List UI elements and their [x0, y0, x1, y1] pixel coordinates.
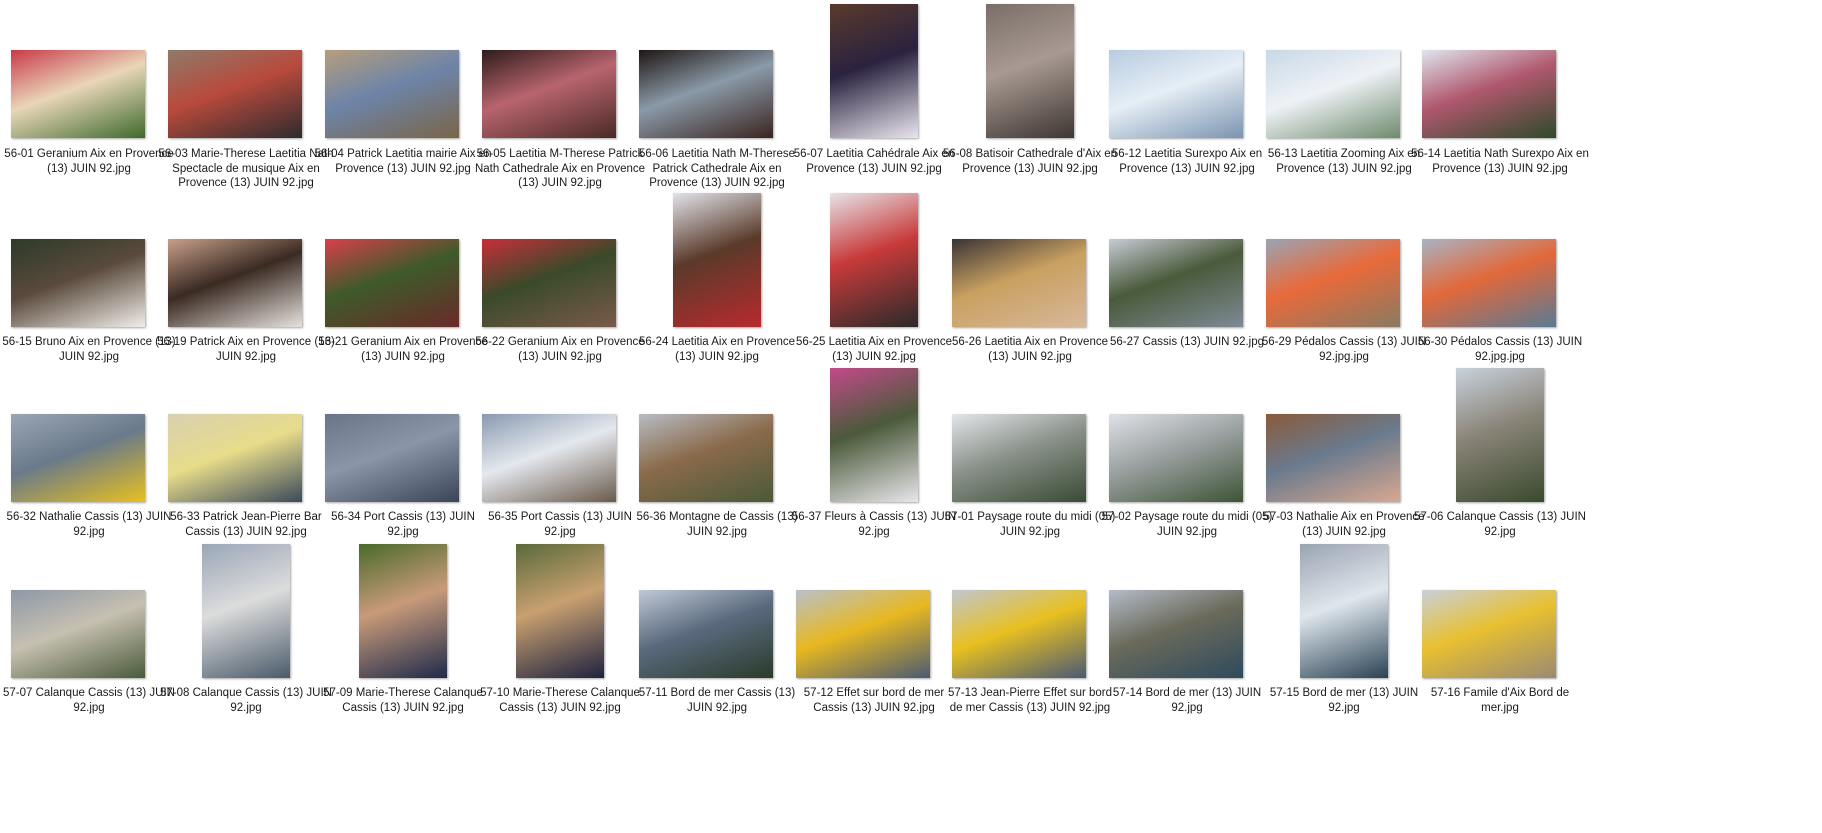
image-thumbnail[interactable]: [359, 544, 447, 678]
image-thumbnail[interactable]: [1300, 544, 1388, 678]
file-name-label: 57-09 Marie-Therese Calanque Cassis (13)…: [323, 687, 483, 714]
image-thumbnail[interactable]: [482, 239, 616, 327]
file-name-label: 56-15 Bruno Aix en Provence (13) JUIN 92…: [2, 336, 176, 363]
image-thumbnail[interactable]: [325, 414, 459, 502]
file-name-label: 56-29 Pédalos Cassis (13) JUIN 92.jpg.jp…: [1261, 336, 1427, 363]
image-thumbnail[interactable]: [830, 368, 918, 502]
image-thumbnail[interactable]: [952, 414, 1086, 502]
image-thumbnail[interactable]: [482, 414, 616, 502]
file-name-label: 57-10 Marie-Therese Calanque Cassis (13)…: [480, 687, 640, 714]
image-thumbnail[interactable]: [673, 193, 761, 327]
image-thumbnail[interactable]: [952, 590, 1086, 678]
file-name-label: 57-01 Paysage route du midi (05) JUIN 92…: [944, 511, 1116, 538]
file-name-label: 57-06 Calanque Cassis (13) JUIN 92.jpg: [1414, 511, 1586, 538]
image-thumbnail[interactable]: [639, 590, 773, 678]
image-thumbnail[interactable]: [11, 239, 145, 327]
image-thumbnail[interactable]: [1266, 414, 1400, 502]
image-thumbnail[interactable]: [1109, 590, 1243, 678]
thumbnail-frame: [1411, 0, 1589, 678]
file-name-label: 56-25 Laetitia Aix en Provence (13) JUIN…: [796, 336, 952, 363]
file-name-label: 57-14 Bord de mer (13) JUIN 92.jpg: [1112, 687, 1262, 714]
file-name-label: 56-32 Nathalie Cassis (13) JUIN 92.jpg: [6, 511, 172, 538]
thumbnail-frame: [785, 0, 963, 678]
image-thumbnail[interactable]: [516, 544, 604, 678]
file-name-label: 56-24 Laetitia Aix en Provence (13) JUIN…: [639, 336, 795, 363]
file-name-label: 56-33 Patrick Jean-Pierre Bar Cassis (13…: [170, 511, 322, 538]
file-name-label: 57-13 Jean-Pierre Effet sur bord de mer …: [947, 687, 1113, 714]
file-name-label: 56-21 Geranium Aix en Provence (13) JUIN…: [318, 336, 488, 363]
image-thumbnail[interactable]: [11, 414, 145, 502]
thumbnail-frame: [157, 0, 335, 678]
thumbnail-frame: [1255, 0, 1433, 678]
thumbnail-frame: [471, 0, 649, 678]
image-thumbnail[interactable]: [11, 590, 145, 678]
image-thumbnail[interactable]: [1456, 368, 1544, 502]
image-thumbnail[interactable]: [325, 239, 459, 327]
image-thumbnail[interactable]: [1266, 239, 1400, 327]
image-thumbnail[interactable]: [202, 544, 290, 678]
image-thumbnail[interactable]: [1109, 239, 1243, 327]
thumbnail-frame: [1098, 0, 1276, 678]
image-thumbnail[interactable]: [168, 414, 302, 502]
image-thumbnail[interactable]: [952, 239, 1086, 327]
file-name-label: 57-07 Calanque Cassis (13) JUIN 92.jpg: [3, 687, 175, 714]
image-thumbnail[interactable]: [1109, 414, 1243, 502]
file-name-label: 56-36 Montagne de Cassis (13) JUIN 92.jp…: [636, 511, 798, 538]
image-thumbnail[interactable]: [168, 239, 302, 327]
thumbnail-frame: [941, 0, 1119, 678]
file-name-label: 57-02 Paysage route du midi (05) JUIN 92…: [1101, 511, 1273, 538]
image-thumbnail[interactable]: [796, 590, 930, 678]
file-name-label: 57-11 Bord de mer Cassis (13) JUIN 92.jp…: [638, 687, 796, 714]
thumbnail-frame: [0, 0, 178, 678]
file-name-label: 56-34 Port Cassis (13) JUIN 92.jpg: [331, 511, 475, 538]
file-name-label: 57-15 Bord de mer (13) JUIN 92.jpg: [1269, 687, 1419, 714]
image-thumbnail[interactable]: [1422, 239, 1556, 327]
file-name-label: 56-30 Pédalos Cassis (13) JUIN 92.jpg.jp…: [1417, 336, 1583, 363]
image-thumbnail[interactable]: [830, 193, 918, 327]
image-thumbnail[interactable]: [1422, 590, 1556, 678]
file-name-label: 57-16 Famile d'Aix Bord de mer.jpg: [1430, 687, 1570, 714]
file-name-label: 56-35 Port Cassis (13) JUIN 92.jpg: [488, 511, 632, 538]
file-name-label: 56-37 Fleurs à Cassis (13) JUIN 92.jpg: [791, 511, 957, 538]
file-name-label: 56-22 Geranium Aix en Provence (13) JUIN…: [475, 336, 645, 363]
thumbnail-frame: [314, 0, 492, 678]
image-thumbnail[interactable]: [639, 414, 773, 502]
file-name-label: 56-26 Laetitia Aix en Provence (13) JUIN…: [952, 336, 1108, 363]
file-name-label: 57-12 Effet sur bord de mer Cassis (13) …: [803, 687, 945, 714]
file-name-label: 56-27 Cassis (13) JUIN 92.jpg: [1109, 336, 1265, 348]
file-name-label: 57-03 Nathalie Aix en Provence (13) JUIN…: [1263, 511, 1425, 538]
thumbnail-frame: [628, 0, 806, 678]
file-grid: 56-01 Geranium Aix en Provence (13) JUIN…: [0, 0, 1822, 833]
file-name-label: 56-19 Patrick Aix en Provence (13) JUIN …: [157, 336, 335, 363]
file-name-label: 57-08 Calanque Cassis (13) JUIN 92.jpg: [160, 687, 332, 714]
